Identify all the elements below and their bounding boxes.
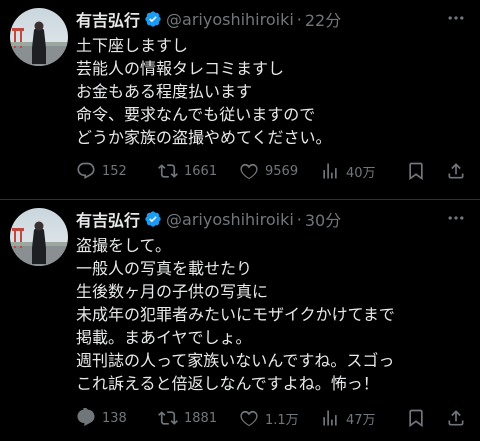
- bookmark-button[interactable]: [406, 159, 426, 183]
- tweet-header: 有吉弘行 @ariyoshihiroiki · 30分: [76, 206, 341, 232]
- like-count: 1.1万: [265, 412, 299, 428]
- tweet-text-line: お金もある程度払います: [76, 82, 253, 101]
- retweet-count: 1661: [184, 163, 218, 179]
- avatar[interactable]: [10, 208, 68, 266]
- action-bar: 152 1661 9569 40万: [76, 159, 472, 183]
- reply-button[interactable]: 152: [76, 159, 127, 183]
- tweet-text-line: 芸能人の情報タレコミますし: [76, 59, 285, 78]
- tweet-header: 有吉弘行 @ariyoshihiroiki · 22分: [76, 6, 341, 32]
- tweet-text-line: これ訴えると倍返しなんですよね。怖っ！: [76, 374, 379, 393]
- tweet-text-line: 盗撮をして。: [76, 236, 172, 255]
- author-handle[interactable]: @ariyoshihiroiki: [166, 10, 294, 29]
- retweet-icon: [158, 411, 178, 425]
- more-dots-icon[interactable]: [444, 8, 468, 28]
- dot-separator: ·: [296, 9, 302, 29]
- views-bar-chart-icon: [323, 163, 337, 179]
- views-button[interactable]: 40万: [320, 159, 376, 183]
- action-bar: 138 1881 1.1万 47万: [76, 406, 472, 430]
- bookmark-button[interactable]: [406, 406, 426, 430]
- tweet-text-line: 掲載。まあイヤでしょ。: [76, 328, 252, 347]
- like-button[interactable]: 9569: [239, 159, 298, 183]
- reply-count: 152: [102, 163, 127, 179]
- reply-icon: [77, 162, 95, 179]
- share-button[interactable]: [446, 159, 466, 183]
- verified-badge-icon: [144, 10, 162, 28]
- tweet-text-line: 命令、要求なんでも従いますので: [76, 105, 316, 124]
- avatar[interactable]: [10, 8, 68, 66]
- views-count: 40万: [346, 165, 376, 181]
- timestamp[interactable]: 30分: [305, 207, 341, 231]
- tweet-text-line: 生後数ヶ月の子供の写真に: [76, 282, 269, 301]
- author-name[interactable]: 有吉弘行: [76, 7, 140, 31]
- more-dots-icon[interactable]: [444, 208, 468, 228]
- dot-separator: ·: [296, 209, 302, 229]
- bookmark-icon: [409, 162, 423, 181]
- share-icon: [448, 410, 464, 426]
- reply-icon: [77, 408, 95, 426]
- share-icon: [448, 163, 464, 179]
- tweet-text-line: 一般人の写真を載せたり: [76, 259, 253, 278]
- author-handle[interactable]: @ariyoshihiroiki: [166, 210, 294, 229]
- share-button[interactable]: [446, 406, 466, 430]
- views-bar-chart-icon: [323, 410, 337, 426]
- bookmark-icon: [409, 409, 423, 428]
- reply-button[interactable]: 138: [76, 406, 127, 430]
- views-count: 47万: [346, 412, 376, 428]
- verified-badge-icon: [144, 210, 162, 228]
- tweet-text-line: 週刊誌の人って家族いないんですね。スゴっ: [76, 351, 395, 370]
- tweet-text-line: 未成年の犯罪者みたいにモザイクかけてまで: [76, 305, 395, 324]
- tweet-text-line: どうか家族の盗撮やめてください。: [76, 128, 332, 147]
- tweet-text: 盗撮をして。 一般人の写真を載せたり 生後数ヶ月の子供の写真に 未成年の犯罪者み…: [76, 234, 472, 395]
- tweet[interactable]: 有吉弘行 @ariyoshihiroiki · 30分 盗撮をして。 一般人の写…: [0, 200, 480, 441]
- like-count: 9569: [265, 163, 299, 179]
- tweet-text-line: 土下座しますし: [76, 36, 189, 55]
- tweet-text: 土下座しますし 芸能人の情報タレコミますし お金もある程度払います 命令、要求な…: [76, 34, 472, 149]
- retweet-count: 1881: [184, 410, 218, 426]
- views-button[interactable]: 47万: [320, 406, 376, 430]
- retweet-icon: [158, 164, 178, 178]
- heart-icon: [240, 163, 258, 180]
- author-name[interactable]: 有吉弘行: [76, 207, 140, 231]
- retweet-button[interactable]: 1881: [158, 406, 217, 430]
- tweet[interactable]: 有吉弘行 @ariyoshihiroiki · 22分 土下座しますし 芸能人の…: [0, 0, 480, 200]
- timestamp[interactable]: 22分: [305, 7, 341, 31]
- retweet-button[interactable]: 1661: [158, 159, 217, 183]
- like-button[interactable]: 1.1万: [239, 406, 299, 430]
- reply-count: 138: [102, 410, 127, 426]
- heart-icon: [240, 410, 258, 427]
